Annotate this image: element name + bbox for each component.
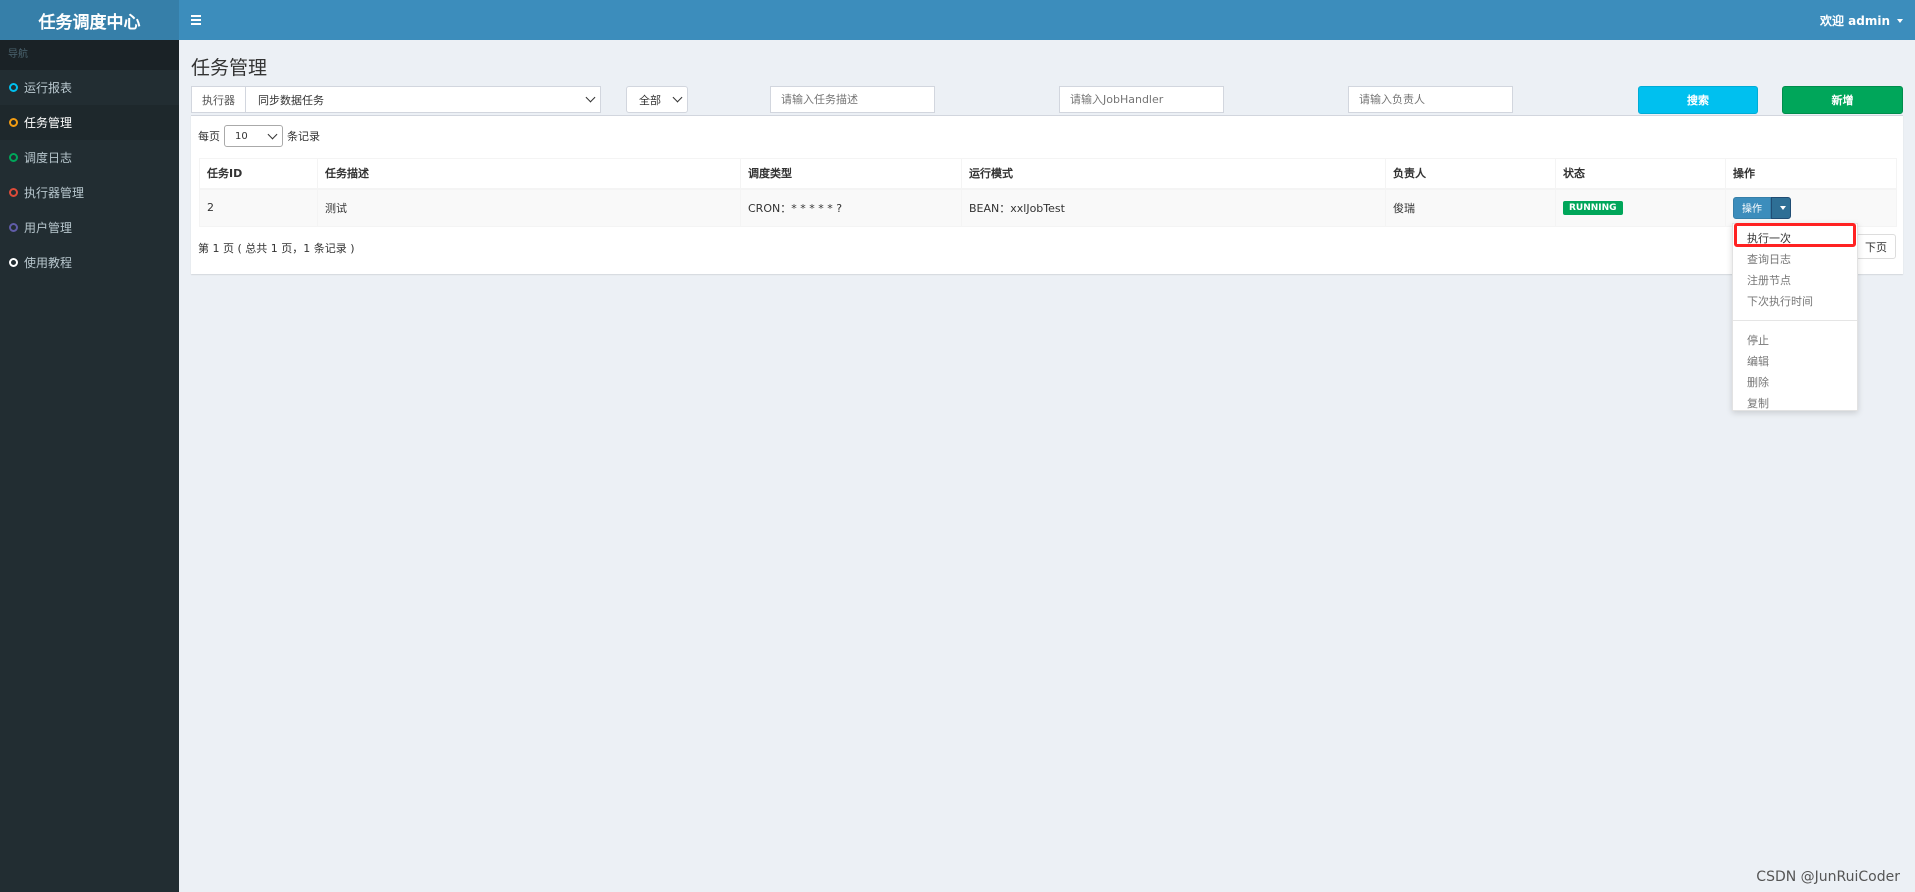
menu-divider [1733,320,1857,321]
circle-icon [9,188,18,197]
sidebar-header: 导航 [0,40,179,70]
sidebar-item-label: 执行器管理 [24,186,85,200]
next-page-button[interactable]: 下页 [1856,234,1896,259]
top-navbar: 欢迎 admin [179,0,1915,40]
cell-schedule: CRON：* * * * * ? [740,188,962,227]
executor-filter: 执行器 同步数据任务 [191,86,601,113]
sidebar-item-label: 任务管理 [24,116,73,130]
pagination-info: 第 1 页 ( 总共 1 页，1 条记录 ) [198,242,355,255]
sidebar-item-label: 运行报表 [24,81,73,95]
length-prefix: 每页 [198,130,220,143]
circle-icon [9,223,18,232]
sidebar-item-executors[interactable]: 执行器管理 [0,175,179,210]
circle-icon [9,118,18,127]
menu-item-edit[interactable]: 编辑 [1733,351,1857,372]
job-list-box: 每页 10 条记录 任务ID 任务描述 调度类型 运行模式 负责人 状态 操作 … [191,115,1903,274]
welcome-text: 欢迎 admin [1819,14,1890,28]
cell-desc: 测试 [317,188,741,227]
status-select-value: 全部 [639,93,661,107]
page-length-select[interactable]: 10 [224,125,283,147]
chevron-down-icon [585,92,596,103]
column-header[interactable]: 状态 [1555,158,1726,190]
page-length-control: 每页 10 条记录 [198,125,320,147]
search-button[interactable]: 搜索 [1638,86,1758,114]
status-badge: RUNNING [1563,201,1623,216]
user-menu[interactable]: 欢迎 admin [1820,12,1903,29]
menu-item-registry-nodes[interactable]: 注册节点 [1733,270,1857,291]
job-handler-input[interactable] [1059,86,1224,113]
job-desc-input[interactable] [770,86,935,113]
menu-item-delete[interactable]: 删除 [1733,372,1857,393]
menu-item-trigger-once[interactable]: 执行一次 [1733,228,1857,249]
menu-item-copy[interactable]: 复制 [1733,393,1857,414]
status-select[interactable]: 全部 [626,86,688,113]
action-button[interactable]: 操作 [1733,196,1771,219]
table-row: 2 测试 CRON：* * * * * ? BEAN：xxlJobTest 俊瑞… [199,188,1897,227]
sidebar-item-jobs[interactable]: 任务管理 [0,105,179,140]
column-header: 操作 [1725,158,1897,190]
cell-author: 俊瑞 [1385,188,1556,227]
watermark: CSDN @JunRuiCoder [1756,869,1900,885]
author-input[interactable] [1348,86,1513,113]
column-header[interactable]: 任务ID [199,158,318,190]
table-header-row: 任务ID 任务描述 调度类型 运行模式 负责人 状态 操作 [199,158,1897,190]
cell-status: RUNNING [1555,188,1726,227]
menu-toggle-icon[interactable] [191,12,209,28]
length-suffix: 条记录 [287,130,320,143]
menu-item-stop[interactable]: 停止 [1733,330,1857,351]
sidebar-item-tutorial[interactable]: 使用教程 [0,245,179,280]
chevron-down-icon [672,92,683,103]
column-header[interactable]: 调度类型 [740,158,962,190]
sidebar-item-label: 使用教程 [24,256,73,270]
executor-label: 执行器 [192,87,246,112]
job-table: 任务ID 任务描述 调度类型 运行模式 负责人 状态 操作 2 测试 CRON：… [199,158,1897,227]
menu-item-next-trigger-time[interactable]: 下次执行时间 [1733,291,1857,312]
action-dropdown-menu: 执行一次 查询日志 注册节点 下次执行时间 停止 编辑 删除 复制 [1732,223,1858,411]
circle-icon [9,153,18,162]
cell-mode: BEAN：xxlJobTest [961,188,1386,227]
executor-select[interactable]: 同步数据任务 [246,87,600,112]
caret-down-icon [1779,205,1786,210]
caret-down-icon [1897,18,1903,23]
sidebar-item-logs[interactable]: 调度日志 [0,140,179,175]
sidebar-item-label: 用户管理 [24,221,73,235]
app-logo[interactable]: 任务调度中心 [0,0,179,40]
action-dropdown-toggle[interactable] [1771,196,1791,219]
executor-select-value: 同步数据任务 [258,93,324,107]
sidebar: 导航 运行报表 任务管理 调度日志 执行器管理 用户管理 使用教程 [0,40,179,892]
action-button-group: 操作 [1733,196,1791,219]
column-header[interactable]: 任务描述 [317,158,741,190]
column-header[interactable]: 负责人 [1385,158,1556,190]
column-header[interactable]: 运行模式 [961,158,1386,190]
sidebar-item-label: 调度日志 [24,151,73,165]
circle-icon [9,258,18,267]
menu-item-query-log[interactable]: 查询日志 [1733,249,1857,270]
cell-id: 2 [199,188,318,227]
sidebar-item-users[interactable]: 用户管理 [0,210,179,245]
page-title: 任务管理 [191,57,268,79]
sidebar-item-reports[interactable]: 运行报表 [0,70,179,105]
page-length-value: 10 [235,130,248,142]
chevron-down-icon [267,129,278,139]
add-button[interactable]: 新增 [1782,86,1903,114]
cell-actions: 操作 [1725,188,1897,227]
circle-icon [9,83,18,92]
filter-bar: 执行器 同步数据任务 全部 搜索 新增 [179,86,1915,114]
